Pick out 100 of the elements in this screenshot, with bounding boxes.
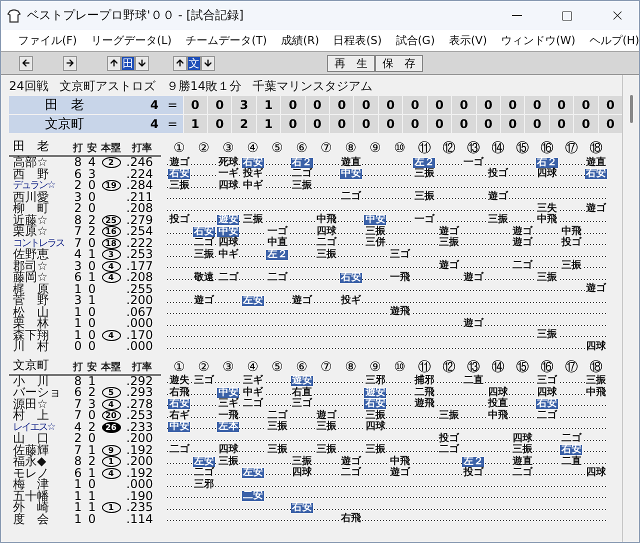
player-name: 梶 原 xyxy=(12,284,50,295)
at-bat-result: 右安 xyxy=(560,445,582,456)
at-bat-result: 右安 xyxy=(192,226,215,237)
player-name: 高部☆ xyxy=(12,157,48,168)
hits: 2 xyxy=(87,422,97,433)
next-arrow-icon xyxy=(65,58,75,68)
home-run-count: 4 xyxy=(102,272,120,284)
down-button[interactable] xyxy=(201,56,215,70)
next-button[interactable] xyxy=(63,56,77,70)
menu-item[interactable]: ウィンドウ(W) xyxy=(498,32,578,49)
app-icon xyxy=(7,8,21,22)
at-bats: 7 xyxy=(73,226,83,238)
at-bat-result: 三振 xyxy=(536,330,558,340)
at-bat-result: 右安 xyxy=(340,272,362,283)
up-button[interactable] xyxy=(173,56,187,70)
equals-sign: = xyxy=(162,96,183,114)
menu-item[interactable]: ファイル(F) xyxy=(16,32,79,49)
inning-score: 0 xyxy=(574,96,598,114)
at-bat-result: 遊ゴ xyxy=(462,318,484,329)
at-bat-result: 遊失 xyxy=(168,376,190,386)
batting-average: .293 xyxy=(125,387,153,398)
inning-header: ⑪ xyxy=(418,360,432,374)
team-toggle[interactable]: 田 xyxy=(121,56,135,70)
inning-header: ③ xyxy=(221,141,236,156)
at-bat-result: 二ゴ xyxy=(217,272,240,283)
at-bats: 6 xyxy=(73,468,83,479)
batting-average: .253 xyxy=(125,249,153,260)
at-bat-result: 四球 xyxy=(364,422,386,432)
home-run-count: 4 xyxy=(102,398,120,410)
at-bat-result: 中安 xyxy=(364,215,386,226)
menu-item[interactable]: リーグデータ(L) xyxy=(88,32,174,49)
inning-header: ⑮ xyxy=(514,360,530,376)
inning-score: 0 xyxy=(476,96,500,114)
menu-item[interactable]: 表示(V) xyxy=(446,32,489,49)
menu-item[interactable]: チームデータ(T) xyxy=(184,32,269,49)
at-bat-result: 遊ゴ xyxy=(511,238,534,248)
at-bats: 6 xyxy=(73,387,83,398)
at-bat-result: 二安 xyxy=(242,491,264,502)
inning-header: ⑤ xyxy=(270,141,284,157)
hits: 0 xyxy=(87,410,97,422)
hits: 1 xyxy=(87,490,97,502)
player-name: 藤岡☆ xyxy=(12,272,48,284)
batting-average: .254 xyxy=(125,226,153,238)
batting-average: .235 xyxy=(125,502,153,514)
down-button[interactable] xyxy=(135,56,149,70)
inning-score: 0 xyxy=(452,96,476,114)
at-bats: 1 xyxy=(73,306,83,318)
at-bat-result: 三振 xyxy=(364,226,386,237)
player-name: コントレラス xyxy=(12,238,66,249)
hits: 2 xyxy=(87,387,97,398)
at-bat-result: 投直 xyxy=(486,399,509,410)
at-bat-result: 三振 xyxy=(168,180,190,191)
inning-score: 0 xyxy=(354,96,378,114)
column-header: 本塁 xyxy=(100,360,122,374)
at-bat-result: 三振 xyxy=(192,250,215,260)
inning-score: 0 xyxy=(428,115,452,133)
at-bats: 1 xyxy=(73,284,83,295)
at-bat-result: 四球 xyxy=(315,226,338,237)
home-run-count: 9 xyxy=(102,444,120,456)
at-bats: 7 xyxy=(73,398,83,410)
batting-average: .190 xyxy=(125,490,153,502)
toolbar-button[interactable]: 再 生 xyxy=(327,54,375,72)
at-bat-result: 中飛 xyxy=(315,215,338,226)
previous-button[interactable] xyxy=(19,56,33,70)
player-name: 佐野恵 xyxy=(12,249,50,260)
hits: 0 xyxy=(87,180,97,192)
team-toggle[interactable]: 文 xyxy=(187,56,201,70)
at-bat-result: 三振 xyxy=(413,192,436,202)
hits: 3 xyxy=(87,398,97,410)
at-bat-result: 左２ xyxy=(462,456,484,467)
up-button[interactable] xyxy=(107,56,121,70)
player-name: 五十幡 xyxy=(12,490,50,502)
at-bat-result: 中ギ xyxy=(242,180,264,191)
menu-item[interactable]: ヘルプ(H) xyxy=(587,32,639,49)
player-name: 小 川 xyxy=(12,376,50,387)
home-run-count: 2 xyxy=(102,157,120,168)
hits: 1 xyxy=(87,272,97,284)
at-bat-result: 三振 xyxy=(511,445,534,456)
at-bat-result: 二ゴ xyxy=(438,445,460,456)
menu-item[interactable]: 試合(G) xyxy=(394,32,437,49)
hits: 0 xyxy=(87,192,97,203)
menu-item[interactable]: 日程表(S) xyxy=(331,32,384,49)
hits: 2 xyxy=(87,214,97,226)
hits: 1 xyxy=(87,468,97,479)
at-bat-result: 右安 xyxy=(584,169,607,180)
at-bat-result: 四球 xyxy=(584,468,607,478)
inning-header: ⑭ xyxy=(490,141,506,157)
at-bat-result: 三振 xyxy=(364,445,386,456)
inning-header: ④ xyxy=(246,141,260,156)
inning-header: ⑱ xyxy=(588,360,604,374)
hits: 0 xyxy=(87,260,97,272)
inning-header: ⑱ xyxy=(588,141,604,156)
down-arrow-icon xyxy=(137,58,147,68)
at-bat-result: 右２ xyxy=(536,158,558,168)
hits: 1 xyxy=(87,502,97,514)
toolbar-button[interactable]: 保 存 xyxy=(375,54,423,72)
at-bat-result: 遊ゴ xyxy=(168,158,190,168)
hits: 0 xyxy=(87,479,97,490)
at-bat-result: 三ゴ xyxy=(536,376,558,386)
menu-item[interactable]: 成績(R) xyxy=(278,32,322,49)
